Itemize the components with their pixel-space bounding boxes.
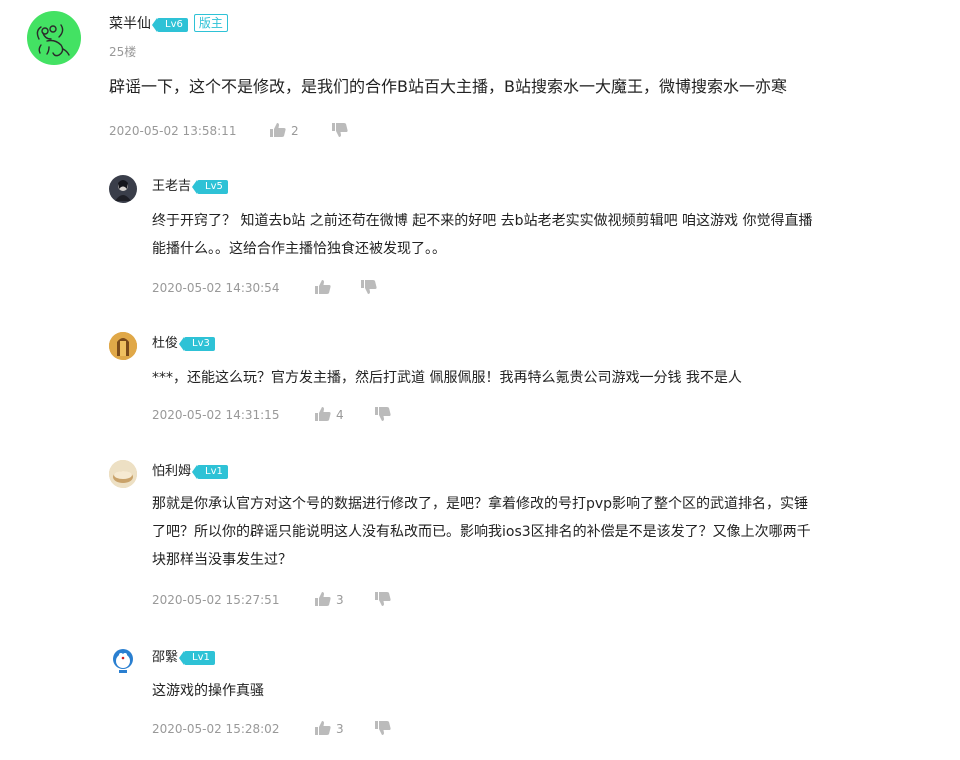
thumbs-up-icon [315,280,331,294]
avatar[interactable] [109,332,137,360]
thumbs-up-icon [315,721,331,735]
dislike-button[interactable] [360,279,378,297]
dislike-button[interactable] [374,406,392,424]
user-portrait-icon [115,180,131,201]
thumbs-down-icon [375,592,391,606]
reply-author: 杜俊 Lv3 [152,334,215,354]
like-count: 2 [291,124,299,138]
reply-author: 王老吉 Lv5 [152,177,228,197]
avatar[interactable] [109,460,137,488]
username[interactable]: 邵繄 [152,650,178,665]
username[interactable]: 菜半仙 [109,16,151,32]
reply-text-line: 那就是你承认官方对这个号的数据进行修改了，是吧？拿着修改的号打pvp影响了整个区… [152,496,809,512]
doraemon-avatar-icon [113,649,133,673]
comment-text: 辟谣一下，这个不是修改，是我们的合作B站百大主播，B站搜索水一大魔王，微博搜索水… [109,77,787,96]
like-count: 4 [336,408,344,422]
thumbs-down-icon [375,721,391,735]
comment-author: 菜半仙 Lv6 版主 [109,14,228,34]
reply-text-line: ***，还能这么玩？官方发主播，然后打武道 佩服佩服！我再特么氪贵公司游戏一分钱… [152,370,742,386]
timestamp: 2020-05-02 15:28:02 [152,722,280,736]
level-badge: Lv1 [179,651,215,665]
like-count: 3 [336,593,344,607]
thumbs-up-icon [270,123,286,137]
like-button[interactable]: 3 [314,720,344,738]
dislike-button[interactable] [331,122,349,140]
reply-meta: 2020-05-02 15:28:02 3 [152,720,412,738]
thumbs-up-icon [315,407,331,421]
username[interactable]: 杜俊 [152,336,178,351]
dislike-button[interactable] [374,591,392,609]
floor-number: 25楼 [109,45,137,59]
timestamp: 2020-05-02 14:31:15 [152,408,280,422]
like-count: 3 [336,722,344,736]
like-button[interactable]: 4 [314,406,344,424]
like-button[interactable]: 3 [314,591,344,609]
comment-meta: 2020-05-02 13:58:11 2 [109,122,369,140]
thumbs-down-icon [361,280,377,294]
reply-text: 那就是你承认官方对这个号的数据进行修改了，是吧？拿着修改的号打pvp影响了整个区… [152,490,932,574]
thumbs-down-icon [332,123,348,137]
reply-meta: 2020-05-02 14:30:54 [152,279,412,297]
username[interactable]: 怕利姆 [152,464,191,479]
reply-text-line: 了吧？所以你的辟谣只能说明这人没有私改而已。影响我ios3区排名的补偿是不是该发… [152,524,811,540]
reply-text: 终于开窍了？ 知道去b站 之前还苟在微博 起不来的好吧 去b站老老实实做视频剪辑… [152,207,932,263]
level-badge: Lv6 [152,18,188,32]
avatar[interactable] [109,646,137,674]
level-badge: Lv3 [179,337,215,351]
moderator-badge: 版主 [193,14,228,32]
timestamp: 2020-05-02 15:27:51 [152,593,280,607]
like-button[interactable] [314,279,336,297]
user-portrait-icon [109,460,137,488]
reply-meta: 2020-05-02 14:31:15 4 [152,406,412,424]
reply-text-line: 能播什么。。这给合作主播恰独食还被发现了。。 [152,241,446,257]
avatar[interactable] [27,11,81,65]
thumbs-up-icon [315,592,331,606]
thumbs-down-icon [375,407,391,421]
level-badge: Lv1 [192,465,228,479]
reply-text-line: 终于开窍了？ 知道去b站 之前还苟在微博 起不来的好吧 去b站老老实实做视频剪辑… [152,213,813,229]
user-portrait-icon [109,332,137,360]
reply-author: 怕利姆 Lv1 [152,462,228,482]
reply-text-line: 块那样当没事发生过？ [152,552,292,568]
avatar[interactable] [109,175,137,203]
reply-text: ***，还能这么玩？官方发主播，然后打武道 佩服佩服！我再特么氪贵公司游戏一分钱… [152,364,932,392]
reply-text-line: 这游戏的操作真骚 [152,683,264,699]
timestamp: 2020-05-02 13:58:11 [109,124,237,138]
reply-text: 这游戏的操作真骚 [152,677,932,705]
reply-author: 邵繄 Lv1 [152,648,215,668]
dislike-button[interactable] [374,720,392,738]
reply-meta: 2020-05-02 15:27:51 3 [152,591,412,609]
timestamp: 2020-05-02 14:30:54 [152,281,280,295]
username[interactable]: 王老吉 [152,179,191,194]
level-badge: Lv5 [192,180,228,194]
like-button[interactable]: 2 [269,122,299,140]
scorpion-avatar-icon [36,24,70,57]
